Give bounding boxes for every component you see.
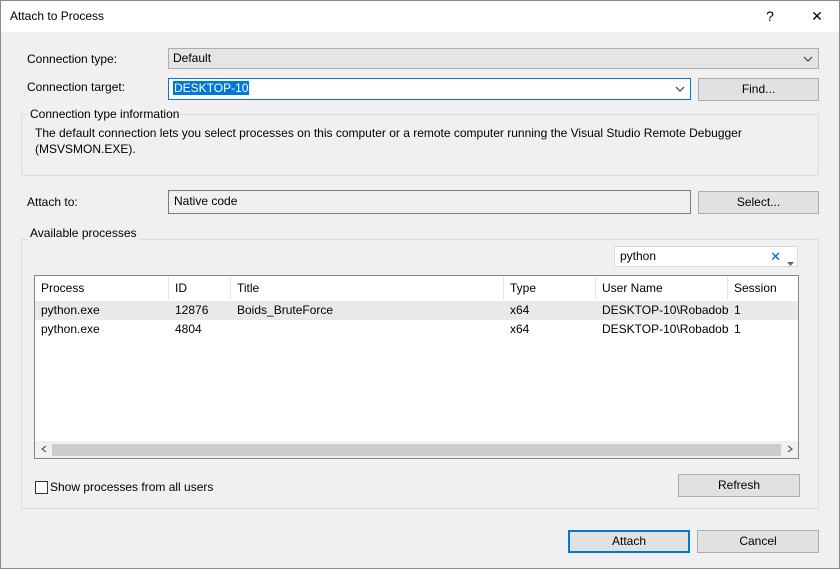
connection-type-value: Default [173, 51, 212, 65]
process-filter-input[interactable]: python ✕ [614, 246, 798, 267]
connection-target-input[interactable]: DESKTOP-10 [173, 81, 250, 95]
cell-user-name: DESKTOP-10\Robadob [602, 322, 729, 336]
process-filter-value: python [620, 249, 657, 263]
show-all-users-label[interactable]: Show processes from all users [50, 480, 213, 494]
attach-to-label: Attach to: [27, 195, 78, 209]
horizontal-scrollbar[interactable] [35, 441, 798, 458]
select-code-type-button[interactable]: Select... [698, 191, 819, 214]
cell-process: python.exe [41, 322, 100, 336]
attach-to-field: Native code [168, 190, 691, 214]
column-header-user-name[interactable]: User Name [596, 276, 728, 300]
table-row[interactable]: python.exe 4804 x64 DESKTOP-10\Robadob 1 [35, 320, 798, 339]
cell-id: 12876 [175, 303, 209, 317]
chevron-down-icon [802, 49, 814, 68]
column-header-type[interactable]: Type [504, 276, 596, 300]
connection-info-text: The default connection lets you select p… [35, 126, 742, 156]
available-processes-label: Available processes [28, 226, 139, 240]
chevron-down-icon[interactable] [787, 254, 794, 273]
column-header-session[interactable]: Session [728, 276, 798, 300]
column-header-id[interactable]: ID [169, 276, 231, 300]
cell-id: 4804 [175, 322, 202, 336]
help-button[interactable]: ? [755, 4, 785, 28]
window-title: Attach to Process [10, 9, 105, 23]
cell-type: x64 [510, 322, 530, 336]
connection-type-label: Connection type: [27, 52, 118, 66]
scroll-left-icon[interactable] [35, 442, 52, 458]
cancel-button[interactable]: Cancel [697, 530, 819, 553]
connection-target-combo[interactable]: DESKTOP-10 [168, 78, 691, 100]
show-all-users-checkbox[interactable] [35, 481, 48, 494]
attach-button[interactable]: Attach [568, 530, 690, 553]
cell-session: 1 [734, 303, 741, 317]
process-list[interactable]: Process ID Title Type User Name Session … [34, 275, 799, 459]
refresh-button[interactable]: Refresh [678, 474, 800, 497]
cell-user-name: DESKTOP-10\Robadob [602, 303, 729, 317]
cell-session: 1 [734, 322, 741, 336]
clear-filter-icon[interactable]: ✕ [770, 247, 781, 266]
find-button[interactable]: Find... [698, 78, 819, 101]
connection-type-combo[interactable]: Default [168, 48, 819, 69]
cell-title: Boids_BruteForce [237, 303, 334, 317]
column-header-process[interactable]: Process [35, 276, 169, 300]
attach-to-process-dialog: Attach to Process ? ✕ Connection type: D… [0, 0, 840, 569]
scroll-right-icon[interactable] [781, 442, 798, 458]
process-list-header: Process ID Title Type User Name Session [35, 276, 798, 300]
chevron-down-icon[interactable] [674, 79, 686, 99]
cell-type: x64 [510, 303, 530, 317]
scrollbar-thumb[interactable] [52, 444, 781, 456]
column-header-title[interactable]: Title [231, 276, 504, 300]
cell-process: python.exe [41, 303, 100, 317]
close-button[interactable]: ✕ [799, 4, 835, 28]
connection-info-group-label: Connection type information [28, 107, 182, 121]
title-bar: Attach to Process ? ✕ [1, 1, 839, 32]
table-row[interactable]: python.exe 12876 Boids_BruteForce x64 DE… [35, 301, 798, 320]
connection-target-label: Connection target: [27, 80, 126, 94]
